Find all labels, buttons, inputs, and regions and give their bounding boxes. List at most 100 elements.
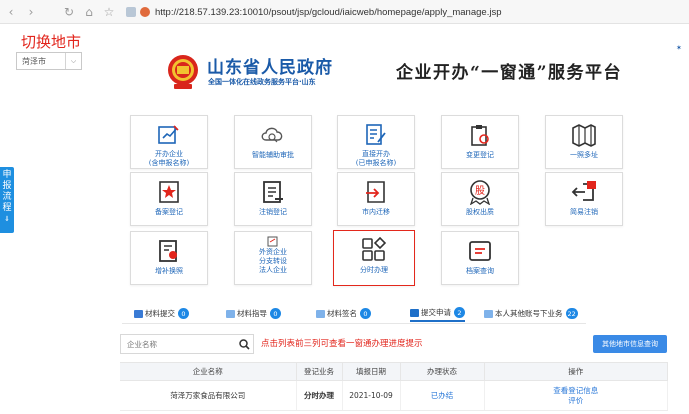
tile-smart-approval[interactable]: 智能辅助审批 xyxy=(234,115,312,169)
tile-label: 档案查询 xyxy=(466,267,494,275)
tile-filing-registration[interactable]: 备案登记 xyxy=(130,172,208,226)
other-city-query-button[interactable]: 其他地市信息查询 xyxy=(593,335,667,353)
license-icon xyxy=(156,238,182,264)
edit-icon xyxy=(484,309,493,318)
tile-direct-start[interactable]: 直接开办 (已申报名称) xyxy=(337,115,415,169)
evaluate-link[interactable]: 评价 xyxy=(485,396,668,406)
tile-label: 简易注销 xyxy=(570,208,598,216)
chevron-down-icon[interactable]: ⌵ xyxy=(65,53,81,69)
table-row[interactable]: 菏泽万家食品有限公司 分时办理 2021-10-09 已办结 查看登记信息 评价 xyxy=(120,380,668,411)
sign-icon xyxy=(316,309,325,318)
tile-start-business[interactable]: 开办企业 (含申报名称) xyxy=(130,115,208,169)
tab-count-badge: 0 xyxy=(270,308,281,319)
tile-license-replacement[interactable]: 增补换照 xyxy=(130,231,208,285)
url-text: http://218.57.139.23:10010/psout/jsp/gcl… xyxy=(155,6,502,18)
chart-icon xyxy=(410,308,419,317)
home-icon[interactable]: ⌂ xyxy=(80,3,98,21)
cell-date[interactable]: 2021-10-09 xyxy=(342,380,401,411)
cloud-search-icon xyxy=(260,122,286,148)
tab-count-badge: 0 xyxy=(360,308,371,319)
cell-status[interactable]: 已办结 xyxy=(400,380,485,411)
tab-count-badge: 2 xyxy=(454,307,465,318)
simple-cancel-icon xyxy=(571,179,597,205)
stock-icon: 股 xyxy=(467,179,493,205)
cell-business[interactable]: 分时办理 xyxy=(296,380,343,411)
tab-label: 提交申请 xyxy=(421,308,451,317)
double-down-icon: ⇓ xyxy=(4,215,10,223)
tile-label: 变更登记 xyxy=(466,151,494,159)
bookmark-star-icon[interactable]: ☆ xyxy=(100,3,118,21)
corner-decoration-icon: ✶ xyxy=(676,44,682,52)
tab-label: 材料提交 xyxy=(145,309,175,318)
tile-multi-address[interactable]: 一照多址 xyxy=(545,115,623,169)
back-icon[interactable]: ‹ xyxy=(2,3,20,21)
company-search xyxy=(120,334,254,354)
tile-cancellation[interactable]: 注销登记 xyxy=(234,172,312,226)
declaration-process-label: 申报流程 xyxy=(2,170,12,213)
table-header-row: 企业名称 登记业务 填报日期 办理状态 操作 xyxy=(120,362,668,381)
national-emblem-icon xyxy=(168,55,198,89)
tab-submit-application[interactable]: 提交申请 2 xyxy=(410,305,465,322)
tile-archive-query[interactable]: 档案查询 xyxy=(441,231,519,285)
tab-other-accounts[interactable]: 本人其他账号下业务 22 xyxy=(484,305,578,322)
grid-apps-icon xyxy=(361,237,387,263)
doc-edit-icon xyxy=(363,122,389,147)
declaration-process-tab[interactable]: 申报流程 ⇓ xyxy=(0,167,14,233)
cell-company[interactable]: 菏泽万家食品有限公司 xyxy=(120,380,297,411)
cell-operation: 查看登记信息 评价 xyxy=(484,380,668,411)
company-search-input[interactable] xyxy=(121,335,235,353)
tile-change-registration[interactable]: 变更登记 xyxy=(441,115,519,169)
city-switch-hint: 切换地市 xyxy=(21,34,82,51)
application-table: 企业名称 登记业务 填报日期 办理状态 操作 菏泽万家食品有限公司 分时办理 2… xyxy=(120,362,668,411)
clipboard-refresh-icon xyxy=(467,122,493,148)
map-icon xyxy=(571,122,597,148)
svg-text:股: 股 xyxy=(475,185,485,197)
search-icon[interactable] xyxy=(235,338,253,350)
move-in-icon xyxy=(363,179,389,205)
list-icon xyxy=(134,309,143,318)
col-status: 办理状态 xyxy=(400,362,485,381)
tile-label: 注销登记 xyxy=(259,208,287,216)
tile-label: 智能辅助审批 xyxy=(252,151,294,159)
star-doc-icon xyxy=(156,179,182,205)
forward-icon[interactable]: › xyxy=(22,3,40,21)
tile-city-migration[interactable]: 市内迁移 xyxy=(337,172,415,226)
tab-material-sign[interactable]: 材料签名 0 xyxy=(316,305,371,322)
form-edit-icon xyxy=(156,122,182,147)
security-icon xyxy=(126,7,136,17)
tab-label: 材料签名 xyxy=(327,309,357,318)
foreign-icon xyxy=(266,235,280,247)
tab-bar: 材料提交 0 材料指导 0 材料签名 0 提交申请 2 本人其他账号下业务 22 xyxy=(122,302,586,324)
tile-equity-pledge[interactable]: 股 股权出质 xyxy=(441,172,519,226)
tile-label: 备案登记 xyxy=(155,208,183,216)
archive-icon xyxy=(467,238,493,264)
tile-foreign-branch-conversion[interactable]: 外资企业 分支转设 法人企业 xyxy=(234,231,312,285)
tab-count-badge: 22 xyxy=(565,308,578,319)
government-subtitle: 全国一体化在线政务服务平台·山东 xyxy=(208,78,316,86)
tab-count-badge: 0 xyxy=(178,308,189,319)
tab-material-guide[interactable]: 材料指导 0 xyxy=(226,305,281,322)
tile-time-sharing[interactable]: 分时办理 xyxy=(333,230,415,286)
tile-label: 增补换照 xyxy=(155,267,183,275)
government-title: 山东省人民政府 xyxy=(207,58,333,78)
tile-label: 外资企业 分支转设 法人企业 xyxy=(259,248,287,274)
tab-material-submit[interactable]: 材料提交 0 xyxy=(134,305,189,322)
view-registration-link[interactable]: 查看登记信息 xyxy=(485,386,668,396)
tab-label: 材料指导 xyxy=(237,309,267,318)
edit-icon xyxy=(226,309,235,318)
tile-label: 直接开办 (已申报名称) xyxy=(355,150,397,167)
site-favicon xyxy=(140,7,150,17)
city-select[interactable]: 菏泽市 ⌵ xyxy=(16,52,82,70)
city-select-value: 菏泽市 xyxy=(22,56,46,66)
refresh-icon[interactable]: ↻ xyxy=(60,3,78,21)
col-company-name: 企业名称 xyxy=(120,362,297,381)
address-bar[interactable]: http://218.57.139.23:10010/psout/jsp/gcl… xyxy=(126,4,546,20)
tile-label: 市内迁移 xyxy=(362,208,390,216)
tile-label: 分时办理 xyxy=(360,266,388,274)
col-operation: 操作 xyxy=(484,362,668,381)
progress-hint: 点击列表前三列可查看一窗通办理进度提示 xyxy=(261,339,423,349)
tab-label: 本人其他账号下业务 xyxy=(495,309,563,318)
tile-simple-cancellation[interactable]: 简易注销 xyxy=(545,172,623,226)
tile-label: 股权出质 xyxy=(466,208,494,216)
col-business: 登记业务 xyxy=(296,362,343,381)
